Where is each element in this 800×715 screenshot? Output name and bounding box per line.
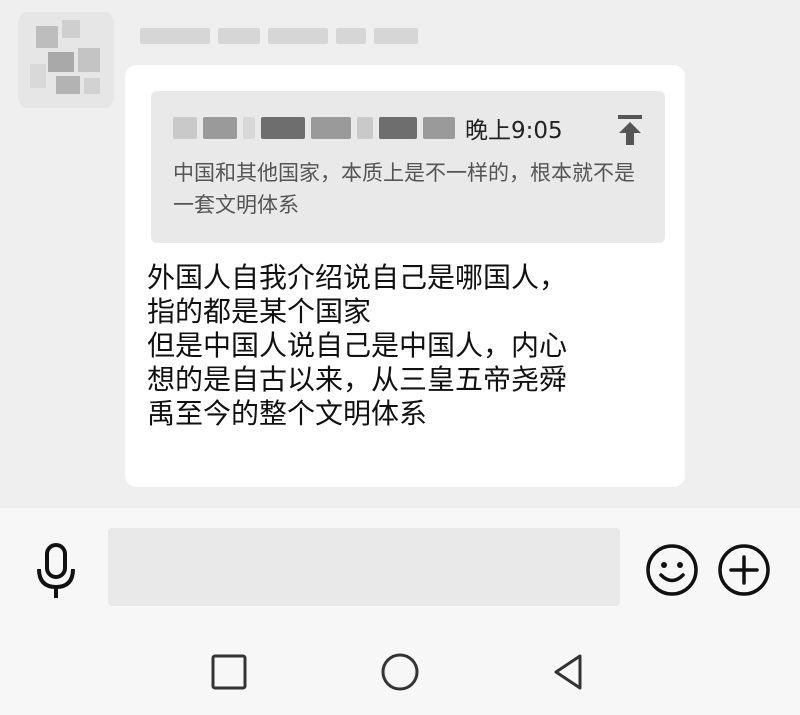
smiley-face-icon[interactable] [644, 542, 700, 598]
quoted-message[interactable]: 晚上9:05 中国和其他国家，本质上是不一样的，根本就不是一套文明体系 [151, 91, 665, 243]
quote-header: 晚上9:05 [173, 113, 563, 144]
circle-icon[interactable] [378, 650, 422, 694]
chat-area: 晚上9:05 中国和其他国家，本质上是不一样的，根本就不是一套文明体系 外国人自… [0, 0, 800, 508]
message-line: 指的都是某个国家 [147, 295, 372, 328]
input-bar [0, 508, 800, 628]
message-bubble[interactable]: 晚上9:05 中国和其他国家，本质上是不一样的，根本就不是一套文明体系 外国人自… [125, 65, 685, 487]
arrow-up-to-top-icon[interactable] [615, 113, 645, 147]
quote-time: 晚上9:05 [465, 118, 563, 144]
message-line: 外国人自我介绍说自己是哪国人， [147, 261, 568, 294]
avatar[interactable] [18, 12, 114, 108]
microphone-icon[interactable] [32, 542, 80, 602]
plus-circle-icon[interactable] [716, 542, 772, 598]
message-line: 禹至今的整个文明体系 [147, 397, 428, 430]
message-line: 但是中国人说自己是中国人，内心 [147, 329, 568, 362]
system-navigation-bar [0, 628, 800, 715]
message-input[interactable] [108, 528, 620, 606]
message-text: 外国人自我介绍说自己是哪国人， 指的都是某个国家 但是中国人说自己是中国人，内心… [147, 261, 667, 431]
sender-name-redacted [140, 22, 418, 50]
triangle-left-icon[interactable] [548, 650, 592, 694]
square-icon[interactable] [207, 650, 251, 694]
quote-text: 中国和其他国家，本质上是不一样的，根本就不是一套文明体系 [173, 161, 635, 217]
message-line: 想的是自古以来，从三皇五帝尧舜 [147, 363, 568, 396]
